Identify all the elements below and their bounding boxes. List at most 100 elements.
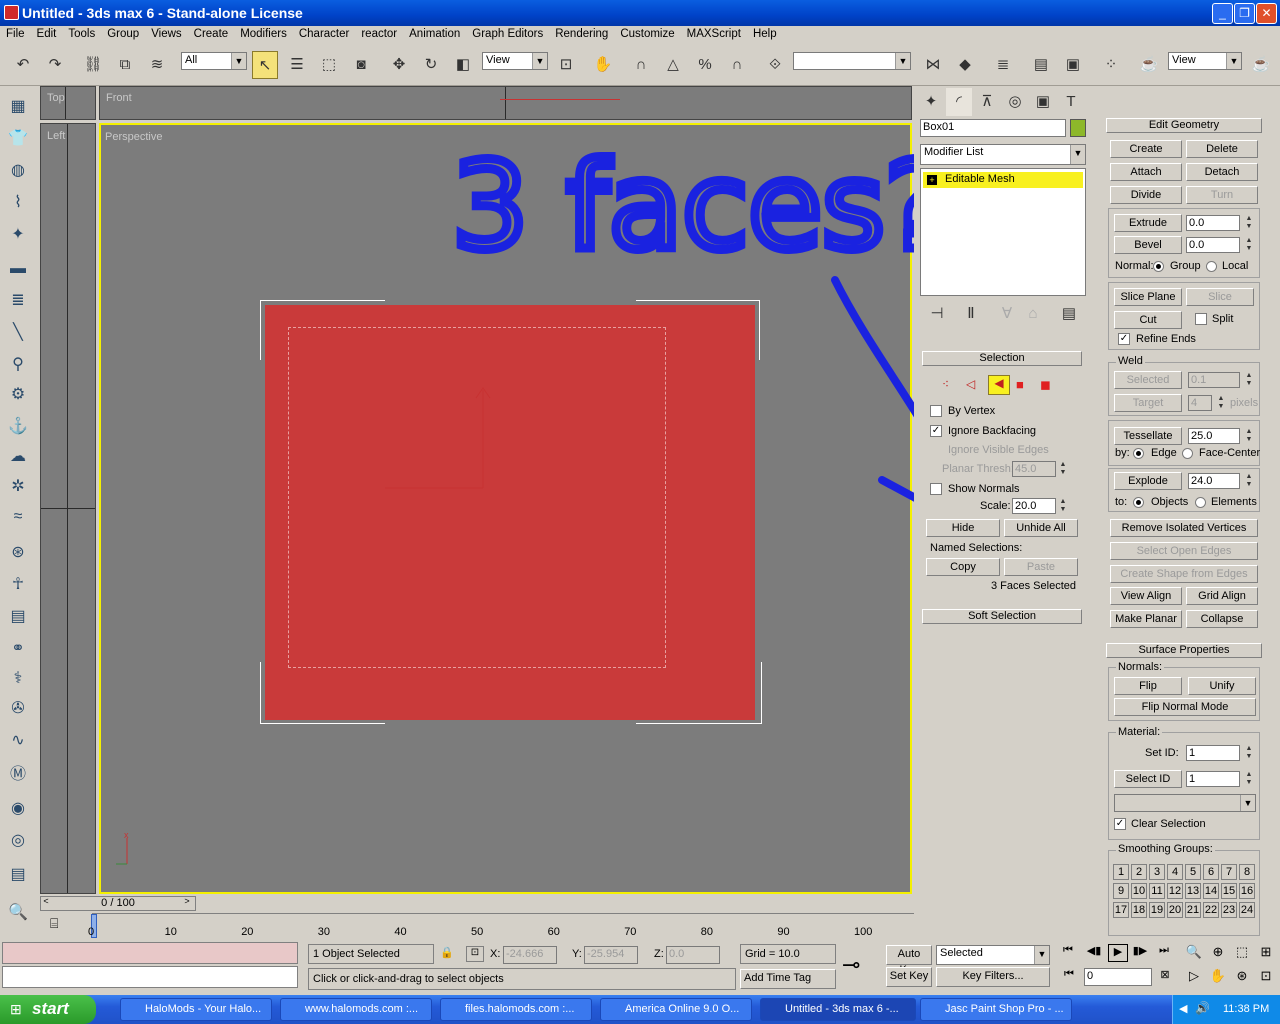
normal-group-radio[interactable] <box>1153 261 1164 272</box>
select-id-field[interactable]: 1 <box>1186 771 1240 787</box>
redo-icon[interactable]: ↷ <box>42 51 68 79</box>
smoothing-group-button[interactable]: 6 <box>1203 864 1219 880</box>
material-name-dropdown[interactable]: ▼ <box>1114 794 1256 812</box>
smoothing-group-button[interactable]: 15 <box>1221 883 1237 899</box>
selection-filter-dropdown[interactable]: All ▼ <box>181 52 247 70</box>
view-align-button[interactable]: View Align <box>1110 587 1182 605</box>
scale-icon[interactable]: ◧ <box>450 51 476 79</box>
maximize-icon[interactable]: ❐ <box>1234 3 1255 24</box>
face-icon[interactable]: ◀ <box>988 375 1010 395</box>
add-time-tag-button[interactable]: Add Time Tag <box>740 969 836 989</box>
show-normals-checkbox[interactable] <box>930 483 942 495</box>
weld-selected-button[interactable]: Selected <box>1114 371 1182 389</box>
flip-normal-mode-button[interactable]: Flip Normal Mode <box>1114 698 1256 716</box>
element-icon[interactable]: ◼ <box>1040 377 1056 393</box>
menu-create[interactable]: Create <box>188 26 235 46</box>
percent-snap-icon[interactable]: % <box>692 51 718 79</box>
deform-mesh-icon[interactable]: ✦ <box>4 222 32 248</box>
menu-character[interactable]: Character <box>293 26 356 46</box>
edit-geometry-rollout[interactable]: Edit Geometry <box>1106 118 1262 133</box>
select-object-icon[interactable]: ↖ <box>252 51 278 79</box>
surface-properties-rollout[interactable]: Surface Properties <box>1106 643 1262 658</box>
time-slider[interactable]: 0 / 100 <box>40 896 196 911</box>
menu-help[interactable]: Help <box>747 26 783 46</box>
copy-button[interactable]: Copy <box>926 558 1000 576</box>
unlink-icon[interactable]: ⧉ <box>112 51 138 79</box>
task-halomods-www[interactable]: www.halomods.com :... <box>280 998 432 1021</box>
y-coordinate-field[interactable]: -25.954 <box>584 946 638 964</box>
smoothing-group-button[interactable]: 17 <box>1113 902 1129 918</box>
task-files-halomods[interactable]: files.halomods.com :... <box>440 998 592 1021</box>
task-3dsmax[interactable]: Untitled - 3ds max 6 -... <box>760 998 916 1021</box>
absolute-mode-icon[interactable]: ⊡ <box>466 946 484 962</box>
maxscript-input-mini[interactable] <box>2 966 298 988</box>
menu-animation[interactable]: Animation <box>403 26 466 46</box>
hierarchy-panel-icon[interactable]: ⊼ <box>974 88 1000 116</box>
zoom-icon[interactable]: 🔍 <box>1184 944 1204 964</box>
tessellate-spinner-icon[interactable]: ▲ ▼ <box>1244 428 1254 444</box>
track-bar[interactable] <box>92 913 914 937</box>
configure-sets-icon[interactable]: ▤ <box>1056 300 1082 328</box>
task-halomods[interactable]: HaloMods - Your Halo... <box>120 998 272 1021</box>
maxscript-listener-mini[interactable] <box>2 942 298 964</box>
named-selection-dropdown[interactable]: ▼ <box>793 52 911 70</box>
unify-button[interactable]: Unify <box>1188 677 1256 695</box>
smoothing-group-button[interactable]: 16 <box>1239 883 1255 899</box>
planar-thresh-spinner-icon[interactable]: ▲ ▼ <box>1058 461 1068 477</box>
selection-rollout[interactable]: Selection <box>922 351 1082 366</box>
pin-stack-icon[interactable]: ⊣ <box>924 300 950 328</box>
weld-spinner-icon[interactable]: ▲ ▼ <box>1244 372 1254 388</box>
grid-align-button[interactable]: Grid Align <box>1186 587 1258 605</box>
water-icon[interactable]: ✲ <box>4 474 32 500</box>
menu-rendering[interactable]: Rendering <box>549 26 614 46</box>
manipulate-icon[interactable]: ✋ <box>590 51 616 79</box>
quick-render-icon[interactable]: ☕ <box>1248 51 1274 79</box>
move-icon[interactable]: ✥ <box>386 51 412 79</box>
slider-next-icon[interactable]: > <box>180 896 194 911</box>
cut-button[interactable]: Cut <box>1114 311 1182 329</box>
reference-coord-dropdown[interactable]: View ▼ <box>482 52 548 70</box>
collapse-button[interactable]: Collapse <box>1186 610 1258 628</box>
motion-panel-icon[interactable]: ◎ <box>1002 88 1028 116</box>
menu-tools[interactable]: Tools <box>62 26 101 46</box>
smoothing-group-button[interactable]: 3 <box>1149 864 1165 880</box>
planar-thresh-field[interactable]: 45.0 <box>1012 461 1056 477</box>
refine-ends-checkbox[interactable]: ✓ <box>1118 333 1130 345</box>
smoothing-group-button[interactable]: 12 <box>1167 883 1183 899</box>
clock[interactable]: 11:38 PM <box>1223 1003 1269 1015</box>
key-filters-button[interactable]: Key Filters... <box>936 967 1050 987</box>
menu-edit[interactable]: Edit <box>31 26 63 46</box>
modify-panel-icon[interactable]: ◜ <box>946 88 972 116</box>
angle-snap-icon[interactable]: △ <box>660 51 686 79</box>
undo-icon[interactable]: ↶ <box>10 51 36 79</box>
schematic-view-icon[interactable]: ▣ <box>1060 51 1086 79</box>
car-wheel-icon[interactable]: ✇ <box>4 696 32 722</box>
motor-icon[interactable]: ⚲ <box>4 352 32 378</box>
detach-button[interactable]: Detach <box>1186 163 1258 181</box>
split-checkbox[interactable] <box>1195 313 1207 325</box>
smoothing-group-button[interactable]: 18 <box>1131 902 1147 918</box>
stack-item-editable-mesh[interactable]: Editable Mesh <box>923 172 1083 188</box>
smoothing-group-button[interactable]: 1 <box>1113 864 1129 880</box>
zoom-extents-selected-icon[interactable]: ⬚ <box>1232 944 1252 964</box>
to-objects-radio[interactable] <box>1133 497 1144 508</box>
make-planar-button[interactable]: Make Planar <box>1110 610 1182 628</box>
display-panel-icon[interactable]: ▣ <box>1030 88 1056 116</box>
paste-button[interactable]: Paste <box>1004 558 1078 576</box>
explode-button[interactable]: Explode <box>1114 472 1182 490</box>
task-paint-shop-pro[interactable]: Jasc Paint Shop Pro - ... <box>920 998 1072 1021</box>
front-viewport[interactable]: Front <box>99 86 912 120</box>
pan-icon[interactable]: ✋ <box>1208 968 1228 988</box>
create-panel-icon[interactable]: ✦ <box>918 88 944 116</box>
dashpot-icon[interactable]: ╲ <box>4 320 32 346</box>
smoothing-group-button[interactable]: 14 <box>1203 883 1219 899</box>
bevel-field[interactable]: 0.0 <box>1186 237 1240 253</box>
menu-graph-editors[interactable]: Graph Editors <box>466 26 549 46</box>
hinge-icon[interactable]: ▤ <box>4 604 32 630</box>
close-icon[interactable]: ✕ <box>1256 3 1277 24</box>
to-elements-radio[interactable] <box>1195 497 1206 508</box>
smoothing-group-button[interactable]: 10 <box>1131 883 1147 899</box>
tray-arrow-icon[interactable]: ◀ <box>1179 1002 1187 1015</box>
smoothing-group-button[interactable]: 19 <box>1149 902 1165 918</box>
prismatic-icon[interactable]: ⚕ <box>4 666 32 692</box>
